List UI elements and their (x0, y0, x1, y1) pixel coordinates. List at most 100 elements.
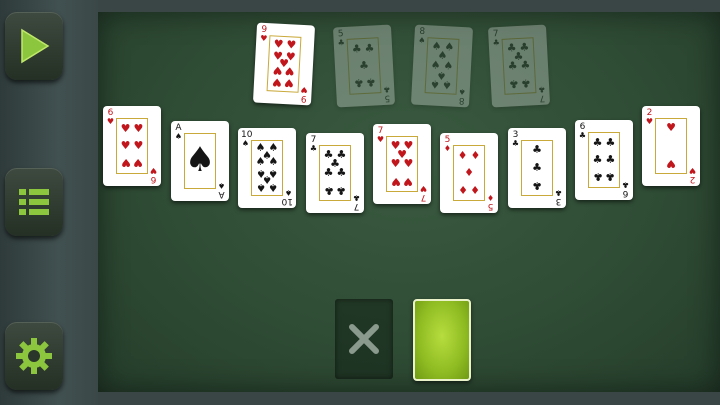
spades-suit-icon: ♠ (458, 86, 467, 97)
play-button[interactable] (5, 12, 63, 80)
card-3-of-clubs[interactable]: 3 ♣ 3 ♣ ♣ ♣ ♣ (508, 128, 566, 208)
card-7-of-hearts[interactable]: 7 ♥ 7 ♥ ♥ ♥ ♥ ♥ ♥ ♥ ♥ (373, 124, 431, 204)
clubs-pip-icon: ♣ (365, 75, 377, 89)
card-rank: 6 (150, 174, 157, 184)
card-rank: 7 (420, 192, 427, 202)
clubs-pip-icon: ♣ (521, 76, 532, 90)
card-rank: A (218, 189, 225, 199)
card-corner-index: 9 ♥ (259, 25, 269, 43)
card-corner-index: 6 ♣ (621, 180, 630, 198)
clubs-suit-icon: ♣ (554, 188, 563, 197)
clubs-pip-icon: ♣ (592, 169, 603, 183)
list-icon (19, 189, 49, 215)
card-rank: 10 (281, 196, 293, 206)
play-icon (21, 28, 50, 64)
card-rank: 8 (458, 94, 465, 106)
clubs-suit-icon: ♣ (511, 139, 520, 148)
diamonds-suit-icon: ♦ (443, 144, 452, 153)
card-corner-index: 7 ♣ (352, 193, 361, 211)
clubs-pip-icon: ♣ (532, 178, 542, 192)
hearts-pip-icon: ♥ (286, 38, 297, 52)
spades-pip-icon: ♠ (255, 155, 266, 169)
hearts-pip-icon: ♥ (272, 63, 283, 77)
clubs-pip-icon: ♣ (336, 183, 347, 197)
clubs-pip-icon: ♣ (507, 59, 518, 73)
clubs-pip-icon: ♣ (323, 166, 334, 179)
hearts-pip-icon: ♥ (403, 157, 414, 170)
close-icon (349, 324, 379, 354)
clubs-pip-icon: ♣ (323, 183, 334, 197)
hearts-suit-icon: ♥ (376, 135, 385, 144)
card-corner-index: 10 ♠ (281, 188, 293, 206)
spades-suit-icon: ♠ (241, 139, 250, 148)
clubs-pip-icon: ♣ (592, 136, 603, 150)
diamonds-pip-icon: ♦ (470, 182, 481, 196)
card-7-of-clubs: 7 ♣ 7 ♣ ♣ ♣ ♣ ♣ ♣ ♣ ♣ (487, 24, 551, 108)
spades-suit-icon: ♠ (174, 132, 183, 141)
card-2-of-hearts[interactable]: 2 ♥ 2 ♥ ♥ ♥ (642, 106, 700, 186)
card-rank: 6 (622, 188, 629, 198)
hearts-suit-icon: ♥ (688, 166, 697, 175)
clubs-suit-icon: ♣ (382, 84, 391, 95)
spades-pip-icon: ♠ (442, 78, 453, 92)
card-corner-index: 2 ♥ (688, 166, 697, 184)
hearts-pip-icon: ♥ (271, 75, 282, 89)
clubs-pip-icon: ♣ (508, 76, 519, 91)
clubs-suit-icon: ♣ (621, 180, 630, 189)
hearts-suit-icon: ♥ (300, 84, 309, 95)
card-5-of-clubs: 5 ♣ 5 ♣ ♣ ♣ ♣ ♣ ♣ (332, 24, 396, 108)
stock-pile[interactable] (413, 299, 471, 381)
card-10-of-spades[interactable]: 10 ♠ 10 ♠ ♠ ♠ ♠ ♠ ♠ ♠ ♠ ♠ ♠ ♠ (238, 128, 296, 208)
clubs-suit-icon: ♣ (492, 37, 501, 48)
diamonds-pip-icon: ♦ (464, 166, 474, 179)
card-corner-index: 5 ♦ (443, 136, 452, 153)
card-corner-index: 2 ♥ (645, 109, 654, 126)
card-corner-index: 7 ♣ (491, 29, 501, 48)
card-6-of-hearts[interactable]: 6 ♥ 6 ♥ ♥ ♥ ♥ ♥ ♥ ♥ (103, 106, 161, 186)
card-corner-index: 10 ♠ (241, 131, 252, 148)
clubs-suit-icon: ♣ (537, 84, 546, 95)
hearts-suit-icon: ♥ (419, 184, 428, 193)
card-corner-index: 7 ♥ (376, 127, 385, 144)
hearts-pip-icon: ♥ (666, 121, 676, 135)
hearts-pip-icon: ♥ (120, 122, 131, 136)
spades-suit-icon: ♠ (417, 35, 426, 46)
hearts-pip-icon: ♥ (120, 139, 131, 152)
clubs-pip-icon: ♣ (520, 58, 531, 72)
card-a-of-spades[interactable]: A ♠ A ♠ ♠ (171, 121, 229, 201)
spades-pip-icon: ♠ (268, 181, 279, 195)
card-rank: 2 (689, 174, 696, 184)
hearts-suit-icon: ♥ (645, 117, 654, 126)
clubs-suit-icon: ♣ (309, 144, 318, 153)
settings-button[interactable] (5, 322, 63, 390)
card-rank: 7 (539, 92, 546, 103)
card-corner-index: 9 ♥ (299, 84, 309, 104)
diamonds-suit-icon: ♦ (486, 193, 495, 202)
card-rank: 3 (555, 196, 562, 206)
card-corner-index: 8 ♠ (417, 27, 427, 46)
card-rank: 9 (300, 92, 307, 104)
menu-button[interactable] (5, 168, 63, 236)
card-corner-index: 3 ♣ (554, 188, 563, 206)
spades-pip-icon: ♠ (429, 77, 440, 91)
card-corner-index: 5 ♦ (486, 193, 495, 211)
hearts-pip-icon: ♥ (390, 174, 401, 188)
clubs-suit-icon: ♣ (578, 131, 587, 140)
spades-pip-icon: ♠ (268, 155, 279, 169)
spades-pip-icon: ♠ (255, 181, 266, 195)
discard-slot[interactable] (335, 299, 393, 379)
card-rank: 5 (487, 201, 494, 211)
card-6-of-clubs[interactable]: 6 ♣ 6 ♣ ♣ ♣ ♣ ♣ ♣ ♣ (575, 120, 633, 200)
card-9-of-hearts[interactable]: 9 ♥ 9 ♥ ♥ ♥ ♥ ♥ ♥ ♥ ♥ ♥ ♥ (252, 22, 316, 106)
gear-icon (16, 338, 52, 374)
clubs-pip-icon: ♣ (605, 153, 616, 166)
sidebar (0, 0, 98, 405)
hearts-pip-icon: ♥ (133, 139, 144, 152)
card-corner-index: 5 ♣ (336, 29, 346, 47)
card-rank: 7 (353, 201, 360, 211)
diamonds-pip-icon: ♦ (457, 182, 468, 196)
card-5-of-diamonds[interactable]: 5 ♦ 5 ♦ ♦ ♦ ♦ ♦ ♦ (440, 133, 498, 213)
clubs-suit-icon: ♣ (352, 193, 361, 202)
card-7-of-clubs[interactable]: 7 ♣ 7 ♣ ♣ ♣ ♣ ♣ ♣ ♣ ♣ (306, 133, 364, 213)
card-corner-index: A ♠ (217, 181, 226, 199)
